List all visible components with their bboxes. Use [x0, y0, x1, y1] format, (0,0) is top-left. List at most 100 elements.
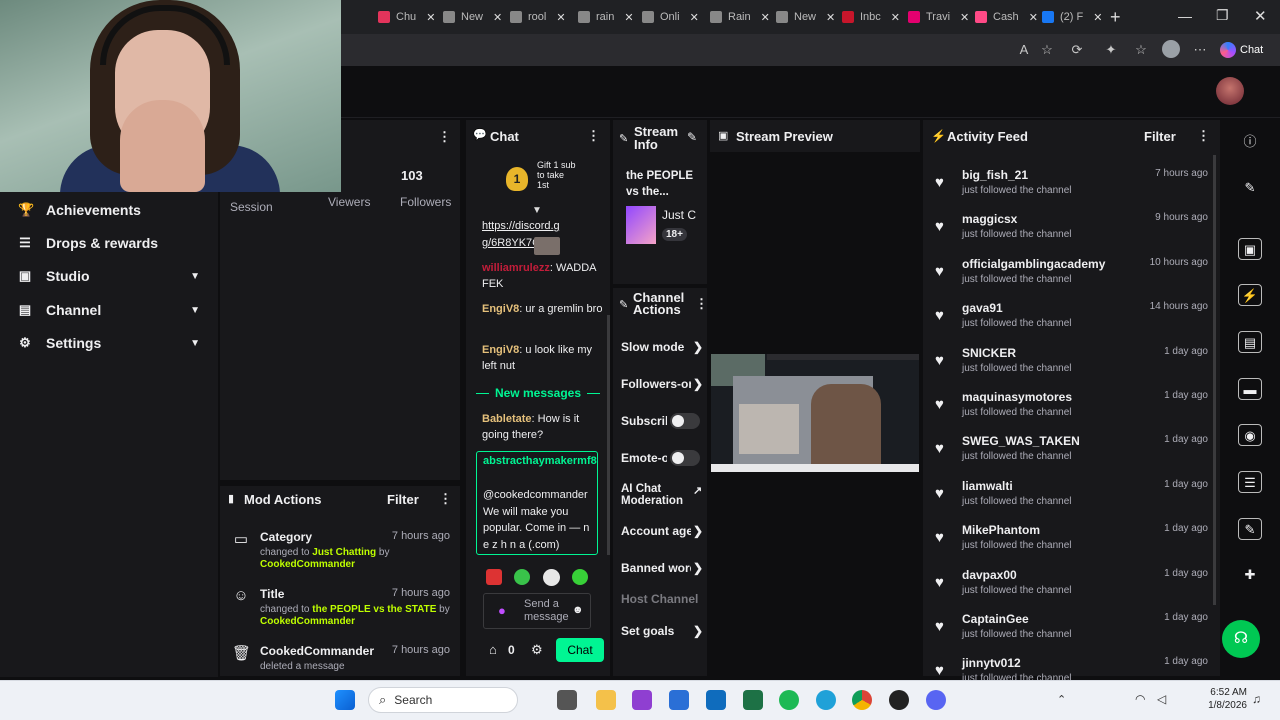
gift-leaderboard-text[interactable]: Gift 1 sub to take 1st — [537, 160, 577, 190]
tab-close-icon[interactable]: ✕ — [1029, 11, 1038, 24]
radio-icon[interactable]: ◉ — [1238, 424, 1262, 446]
wrench-icon[interactable]: ✎ — [1238, 518, 1262, 540]
edit-stream-info-icon[interactable]: ✎ — [687, 130, 697, 144]
desc-user[interactable]: CookedCommander — [260, 616, 355, 627]
browser-tab[interactable]: rool ✕ — [510, 6, 566, 28]
bolt-icon[interactable]: ⚡ — [1238, 284, 1262, 306]
channel-action-banned-words[interactable]: Banned words — [621, 561, 691, 575]
stream-preview-video[interactable] — [711, 354, 919, 472]
mic-icon[interactable]: ● — [498, 603, 506, 618]
chat-username[interactable]: williamrulezz — [482, 262, 550, 274]
document-icon[interactable]: ▤ — [1238, 331, 1262, 353]
follower-name[interactable]: big_fish_21 — [962, 168, 1028, 182]
chat-menu-icon[interactable]: ⋮ — [587, 128, 600, 144]
close-window-icon[interactable]: ✕ — [1254, 7, 1267, 25]
tab-close-icon[interactable]: ✕ — [891, 11, 900, 24]
activity-follow-row[interactable]: ♥ maquinasymotores just followed the chann… — [935, 390, 1210, 430]
favorite-star-icon[interactable]: ☆ — [1039, 42, 1055, 58]
profile-icon[interactable] — [1162, 40, 1180, 58]
extension-icon[interactable]: ⟳ — [1069, 42, 1085, 58]
follower-name[interactable]: jinnytv012 — [962, 656, 1021, 670]
tab-close-icon[interactable]: ✕ — [426, 11, 435, 24]
chevron-down-icon[interactable]: ▼ — [190, 271, 200, 282]
emote-green-icon[interactable] — [514, 569, 530, 585]
browser-tab[interactable]: Onli ✕ — [642, 6, 699, 28]
activity-follow-row[interactable]: ♥ SWEG_WAS_TAKEN just followed the channel… — [935, 434, 1210, 474]
activity-follow-row[interactable]: ♥ SNICKER just followed the channel 1 day a… — [935, 346, 1210, 386]
support-headset-icon[interactable]: ☊ — [1222, 620, 1260, 658]
follower-name[interactable]: CaptainGee — [962, 612, 1029, 626]
read-aloud-icon[interactable]: A — [1016, 42, 1032, 58]
highlight-user[interactable]: abstracthaymakermf8 — [483, 455, 597, 467]
channel-action-set-goals[interactable]: Set goals — [621, 624, 691, 638]
activity-scrollbar[interactable] — [1213, 155, 1216, 605]
follower-name[interactable]: maquinasymotores — [962, 390, 1072, 404]
channel-action-ai-chat-moderation[interactable]: AI Chat Moderation — [621, 483, 693, 507]
chevron-right-icon[interactable]: ❯ — [693, 561, 703, 575]
emote-red-icon[interactable] — [486, 569, 502, 585]
outlook-icon[interactable] — [706, 690, 726, 710]
puzzle-icon[interactable]: ✦ — [1103, 42, 1119, 58]
emote-bubble-icon[interactable] — [572, 569, 588, 585]
favorites-icon[interactable]: ☆ — [1133, 42, 1149, 58]
edit-icon[interactable]: ✎ — [1238, 177, 1262, 199]
sidebar-item-drops-rewards[interactable]: ☰ Drops & rewards — [18, 233, 208, 253]
follower-name[interactable]: officialgamblingacademy — [962, 257, 1105, 271]
activity-follow-row[interactable]: ♥ davpax00 just followed the channel 1 day … — [935, 568, 1210, 608]
app-icon-purple[interactable] — [632, 690, 652, 710]
activity-follow-row[interactable]: ♥ liamwalti just followed the channel 1 day… — [935, 479, 1210, 519]
chat-settings-icon[interactable]: ⚙ — [531, 642, 543, 658]
browser-tab[interactable]: New ✕ — [776, 6, 835, 28]
channel-action-followers-only[interactable]: Followers-only — [621, 377, 691, 391]
collapse-icon[interactable]: ▼ — [532, 205, 542, 216]
tab-close-icon[interactable]: ✕ — [826, 11, 835, 24]
copilot-chat-button[interactable]: Chat — [1220, 40, 1276, 60]
activity-follow-row[interactable]: ♥ CaptainGee just followed the channel 1 da… — [935, 612, 1210, 652]
tab-close-icon[interactable]: ✕ — [761, 11, 770, 24]
follower-name[interactable]: maggicsx — [962, 212, 1017, 226]
panels-icon[interactable]: ☰ — [1238, 471, 1262, 493]
store-icon[interactable] — [669, 690, 689, 710]
follower-name[interactable]: MikePhantom — [962, 523, 1040, 537]
chevron-down-icon[interactable]: ▼ — [190, 305, 200, 316]
follower-name[interactable]: SWEG_WAS_TAKEN — [962, 434, 1080, 448]
browser-tab[interactable]: Chu ✕ — [378, 6, 435, 28]
browser-tab[interactable]: New ✕ — [443, 6, 502, 28]
browser-tab[interactable]: (2) F ✕ — [1042, 6, 1102, 28]
chat-scrollbar[interactable] — [607, 315, 610, 555]
chevron-down-icon[interactable]: ▼ — [190, 338, 200, 349]
channel-action-account-age[interactable]: Account age — [621, 524, 691, 538]
activity-follow-row[interactable]: ♥ MikePhantom just followed the channel 1 d… — [935, 523, 1210, 563]
follower-name[interactable]: liamwalti — [962, 479, 1013, 493]
browser-tab[interactable]: Travi ✕ — [908, 6, 969, 28]
activity-follow-row[interactable]: ♥ gava91 just followed the channel 14 hours… — [935, 301, 1210, 341]
tab-close-icon[interactable]: ✕ — [493, 11, 502, 24]
tray-chevron-icon[interactable]: ⌃ — [1057, 693, 1066, 706]
mod-actions-filter-button[interactable]: Filter — [387, 492, 419, 507]
desc-user[interactable]: CookedCommander — [260, 559, 355, 570]
follower-name[interactable]: gava91 — [962, 301, 1003, 315]
activity-filter-button[interactable]: Filter — [1144, 129, 1176, 144]
emote-skull-icon[interactable] — [543, 569, 560, 586]
channel-points-icon[interactable]: ⌂ — [489, 642, 497, 657]
tab-close-icon[interactable]: ✕ — [1093, 11, 1102, 24]
sidebar-item-channel[interactable]: ▤ Channel ▼ — [18, 300, 208, 320]
tab-close-icon[interactable]: ✕ — [624, 11, 633, 24]
file-explorer-icon[interactable] — [596, 690, 616, 710]
follower-name[interactable]: davpax00 — [962, 568, 1017, 582]
browser-tab[interactable]: Rain ✕ — [710, 6, 770, 28]
camera-icon[interactable]: ▣ — [1238, 238, 1262, 260]
discord-icon[interactable] — [926, 690, 946, 710]
obs-icon[interactable] — [889, 690, 909, 710]
chat-icon[interactable]: ▬ — [1238, 378, 1262, 400]
activity-follow-row[interactable]: ♥ big_fish_21 just followed the channel 7 h… — [935, 168, 1210, 208]
new-tab-button[interactable]: + — [1110, 7, 1121, 28]
channel-action-host-channel[interactable]: Host Channel — [621, 592, 707, 606]
toggle-switch[interactable] — [670, 413, 700, 429]
windows-start-icon[interactable] — [335, 690, 355, 710]
chevron-right-icon[interactable]: ❯ — [693, 377, 703, 391]
follower-name[interactable]: SNICKER — [962, 346, 1016, 360]
tab-close-icon[interactable]: ✕ — [690, 11, 699, 24]
channel-action-subscriber-only[interactable]: Subscriber-only — [621, 414, 667, 428]
spotify-icon[interactable] — [779, 690, 799, 710]
